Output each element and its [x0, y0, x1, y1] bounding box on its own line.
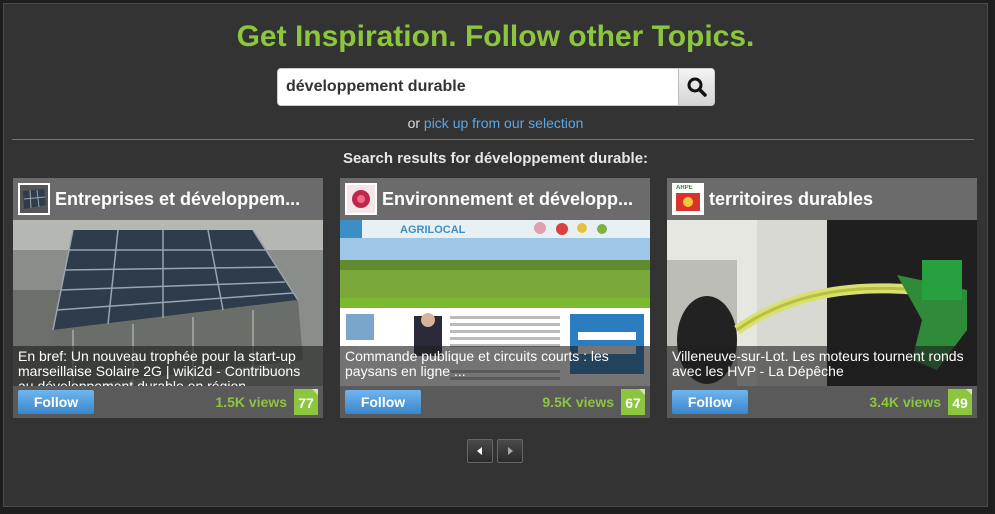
follow-button[interactable]: Follow [18, 390, 94, 414]
card-header: Environnement et développ... [340, 178, 650, 220]
topic-avatar [345, 183, 377, 215]
topic-card[interactable]: ARPE territoires durables Villeneuve-sur… [667, 178, 977, 418]
search-icon [687, 77, 707, 97]
score-badge: 77 [294, 389, 318, 415]
website-banner: AGRILOCAL [400, 224, 466, 236]
card-header: Entreprises et développem... [13, 178, 323, 220]
score-badge: 67 [621, 389, 645, 415]
divider [12, 139, 974, 140]
suggestion-prefix: or [407, 115, 421, 131]
topic-card[interactable]: Entreprises et développem... En bref: Un… [13, 178, 323, 418]
suggestion-line: or pick up from our selection [4, 115, 987, 131]
card-footer: Follow 9.5K views 67 [340, 386, 650, 418]
avatar-label: ARPE [676, 185, 693, 191]
triangle-right-icon [508, 447, 513, 455]
topic-avatar: ARPE [672, 183, 704, 215]
card-header: ARPE territoires durables [667, 178, 977, 220]
topic-avatar [18, 183, 50, 215]
inspiration-panel: Get Inspiration. Follow other Topics. or… [3, 3, 988, 507]
views-count: 9.5K views [542, 394, 614, 410]
topic-card[interactable]: AGRILOCAL Environnement et développ... C… [340, 178, 650, 418]
pick-selection-link[interactable]: pick up from our selection [424, 115, 584, 131]
card-caption[interactable]: Villeneuve-sur-Lot. Les moteurs tournent… [667, 346, 977, 386]
results-title: Search results for développement durable… [342, 150, 649, 167]
card-footer: Follow 3.4K views 49 [667, 386, 977, 418]
card-title[interactable]: Environnement et développ... [382, 189, 642, 210]
search-button[interactable] [678, 69, 714, 105]
card-caption[interactable]: En bref: Un nouveau trophée pour la star… [13, 346, 323, 386]
topic-search-input[interactable] [278, 69, 676, 105]
prev-page-button[interactable] [467, 439, 493, 463]
follow-button[interactable]: Follow [672, 390, 748, 414]
score-badge: 49 [948, 389, 972, 415]
follow-button[interactable]: Follow [345, 390, 421, 414]
card-caption[interactable]: Commande publique et circuits courts : l… [340, 346, 650, 386]
card-title[interactable]: territoires durables [709, 189, 969, 210]
pagination [467, 439, 523, 465]
page-headline: Get Inspiration. Follow other Topics. [236, 20, 755, 53]
card-footer: Follow 1.5K views 77 [13, 386, 323, 418]
triangle-left-icon [477, 447, 482, 455]
card-title[interactable]: Entreprises et développem... [55, 189, 315, 210]
search-box [277, 68, 715, 106]
views-count: 3.4K views [869, 394, 941, 410]
views-count: 1.5K views [215, 394, 287, 410]
next-page-button[interactable] [497, 439, 523, 463]
